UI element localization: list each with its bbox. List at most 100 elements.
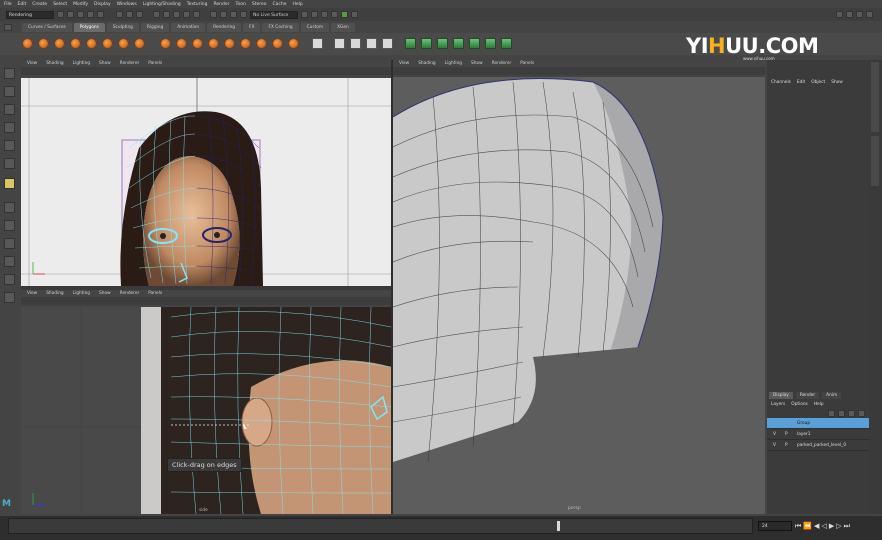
polygon-shelf-tool-icon[interactable]: [54, 38, 65, 49]
go-to-start-icon[interactable]: ⏮: [795, 522, 801, 531]
menu-file[interactable]: File: [4, 2, 12, 7]
panel-menu-shading[interactable]: Shading: [46, 61, 63, 66]
shelf-tab-polygons[interactable]: Polygons: [73, 23, 105, 32]
construction-history-icon[interactable]: [210, 11, 217, 18]
polygon-shelf-tool-icon[interactable]: [118, 38, 129, 49]
layer-row[interactable]: Group: [767, 418, 869, 429]
menu-cache[interactable]: Cache: [273, 2, 287, 7]
channel-box-side-tab[interactable]: [871, 62, 879, 132]
polygon-shelf-tool-icon[interactable]: [134, 38, 145, 49]
step-back-key-icon[interactable]: ⏪: [803, 522, 812, 531]
polygon-shelf-tool-icon[interactable]: [176, 38, 187, 49]
panel-menu-renderer[interactable]: Renderer: [120, 61, 140, 66]
single-perspective-layout-icon[interactable]: [4, 202, 15, 213]
side-viewport[interactable]: side: [21, 307, 391, 514]
layer-menu-options[interactable]: Options: [791, 402, 808, 407]
edit-mesh-tool-icon[interactable]: [382, 38, 393, 49]
toggle-bottom-panel-icon[interactable]: [866, 11, 873, 18]
panel-menu-shading[interactable]: Shading: [418, 61, 435, 66]
persp-outliner-layout-icon[interactable]: [4, 238, 15, 249]
hypershade-layout-icon[interactable]: [4, 274, 15, 285]
lasso-tool-icon[interactable]: [4, 86, 15, 97]
front-viewport[interactable]: [21, 78, 391, 286]
menu-render[interactable]: Render: [213, 2, 229, 7]
redo-icon[interactable]: [97, 11, 104, 18]
polygon-shelf-tool-icon[interactable]: [288, 38, 299, 49]
open-scene-icon[interactable]: [67, 11, 74, 18]
mesh-tools-icon[interactable]: [405, 38, 416, 49]
layer-menu-layers[interactable]: Layers: [771, 402, 785, 407]
panel-menu-shading[interactable]: Shading: [46, 291, 63, 296]
save-scene-icon[interactable]: [77, 11, 84, 18]
polygon-shelf-tool-icon[interactable]: [22, 38, 33, 49]
step-back-frame-icon[interactable]: ◀: [814, 522, 819, 531]
polygon-shelf-tool-icon[interactable]: [272, 38, 283, 49]
edit-mesh-tool-icon[interactable]: [366, 38, 377, 49]
mesh-tools-icon[interactable]: [437, 38, 448, 49]
panel-menu-lighting[interactable]: Lighting: [73, 291, 90, 296]
layer-visibility-toggle[interactable]: V: [773, 443, 779, 448]
polygon-shelf-tool-icon[interactable]: [102, 38, 113, 49]
undo-icon[interactable]: [87, 11, 94, 18]
select-object-icon[interactable]: [126, 11, 133, 18]
panel-menu-view[interactable]: View: [27, 61, 37, 66]
select-hierarchy-icon[interactable]: [116, 11, 123, 18]
move-tool-icon[interactable]: [4, 122, 15, 133]
panel-menu-show[interactable]: Show: [99, 61, 111, 66]
panel-menu-panels[interactable]: Panels: [520, 61, 534, 66]
edit-mesh-tool-icon[interactable]: [334, 38, 345, 49]
menu-edit[interactable]: Edit: [18, 2, 27, 7]
polygon-shelf-tool-icon[interactable]: [256, 38, 267, 49]
panel-menu-lighting[interactable]: Lighting: [73, 61, 90, 66]
outliner-layout-icon[interactable]: [4, 292, 15, 303]
play-back-icon[interactable]: ◁: [821, 522, 826, 531]
shelf-tab-sculpting[interactable]: Sculpting: [106, 23, 139, 32]
polygon-shelf-tool-icon[interactable]: [224, 38, 235, 49]
edit-mesh-tool-icon[interactable]: [312, 38, 323, 49]
modeling-toolkit-icon[interactable]: [311, 11, 318, 18]
render-settings-icon[interactable]: [240, 11, 247, 18]
polygon-shelf-tool-icon[interactable]: [38, 38, 49, 49]
panel-menu-renderer[interactable]: Renderer: [492, 61, 512, 66]
toggle-left-panel-icon[interactable]: [836, 11, 843, 18]
snap-grid-icon[interactable]: [153, 11, 160, 18]
perspective-viewport[interactable]: persp: [393, 77, 765, 514]
shelf-tab-rigging[interactable]: Rigging: [140, 23, 170, 32]
move-layer-down-icon[interactable]: [838, 409, 845, 417]
snap-surface-icon[interactable]: [183, 11, 190, 18]
channel-box-menu-object[interactable]: Object: [811, 80, 825, 90]
polygon-shelf-tool-icon[interactable]: [208, 38, 219, 49]
persp-graph-layout-icon[interactable]: [4, 256, 15, 267]
polygon-shelf-tool-icon[interactable]: [240, 38, 251, 49]
polygon-shelf-tool-icon[interactable]: [192, 38, 203, 49]
menu-lighting-shading[interactable]: Lighting/Shading: [143, 2, 181, 7]
layer-row[interactable]: V Player1: [767, 429, 869, 440]
snap-curve-icon[interactable]: [163, 11, 170, 18]
current-frame-field[interactable]: 24: [758, 521, 792, 531]
new-scene-icon[interactable]: [57, 11, 64, 18]
layer-tab-display[interactable]: Display: [769, 392, 793, 399]
four-view-layout-icon[interactable]: [4, 220, 15, 231]
panel-menu-view[interactable]: View: [27, 291, 37, 296]
step-forward-frame-icon[interactable]: ▷: [836, 522, 841, 531]
layer-visibility-toggle[interactable]: V: [773, 432, 779, 437]
rotate-tool-icon[interactable]: [4, 140, 15, 151]
menu-create[interactable]: Create: [32, 2, 47, 7]
shelf-tab-fx[interactable]: FX: [243, 23, 261, 32]
attribute-editor-side-tab[interactable]: [871, 136, 879, 186]
channel-box-menu-channels[interactable]: Channels: [771, 80, 791, 90]
time-slider-track[interactable]: [8, 518, 753, 534]
tool-settings-icon[interactable]: [331, 11, 338, 18]
menu-select[interactable]: Select: [53, 2, 67, 7]
render-frame-icon[interactable]: [220, 11, 227, 18]
shelf-tab-animation[interactable]: Animation: [171, 23, 206, 32]
shelf-menu-icon[interactable]: [4, 24, 12, 31]
shelf-tab-custom[interactable]: Custom: [300, 23, 330, 32]
outliner-icon[interactable]: [351, 11, 358, 18]
new-layer-selected-icon[interactable]: [858, 409, 865, 417]
panel-menu-show[interactable]: Show: [99, 291, 111, 296]
shelf-tab-xgen[interactable]: XGen: [331, 23, 355, 32]
panel-menu-panels[interactable]: Panels: [148, 291, 162, 296]
channel-box-menu-edit[interactable]: Edit: [797, 80, 805, 90]
live-surface-field[interactable]: No Live Surface: [250, 10, 298, 19]
